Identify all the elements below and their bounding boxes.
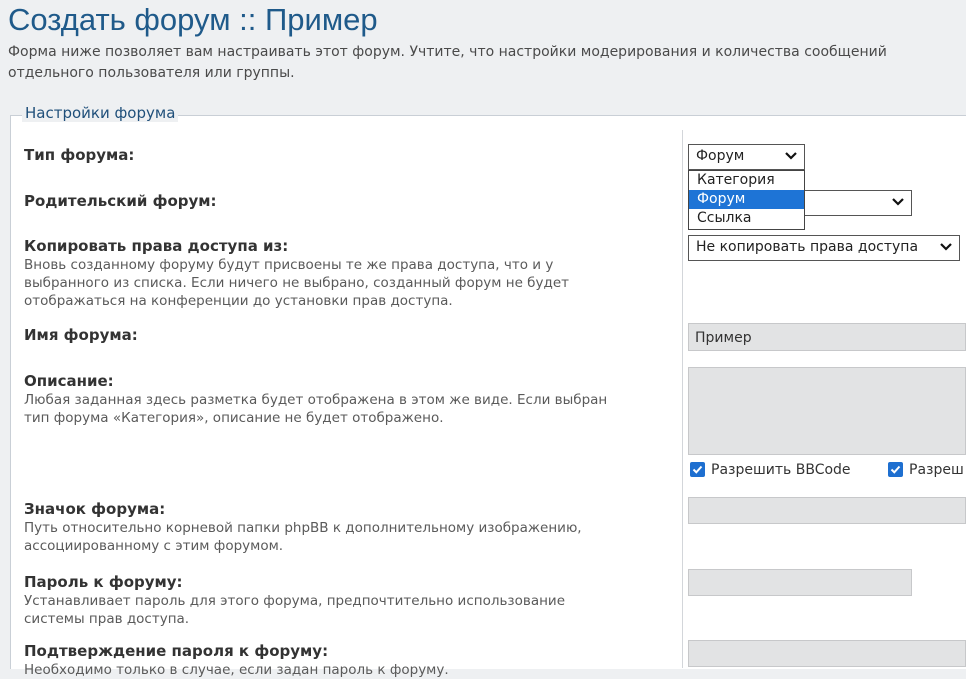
password-confirm-explain: Необходимо только в случае, если задан п… bbox=[24, 662, 449, 678]
forum-password-explain: Устанавливает пароль для этого форума, п… bbox=[24, 593, 565, 627]
forum-type-selected: Форум bbox=[696, 148, 745, 164]
copy-permissions-label: Копировать права доступа из: bbox=[24, 237, 289, 255]
copy-permissions-selected: Не копировать права доступа bbox=[696, 239, 919, 255]
forum-name-label: Имя форума: bbox=[24, 326, 138, 344]
password-confirm-input[interactable] bbox=[688, 640, 966, 667]
description-textarea[interactable] bbox=[688, 367, 966, 455]
forum-image-explain: Путь относительно корневой папки phpBB к… bbox=[24, 520, 582, 554]
column-divider bbox=[682, 130, 683, 668]
forum-type-select[interactable]: Форум bbox=[688, 144, 805, 170]
chevron-down-icon bbox=[940, 243, 952, 251]
forum-password-label: Пароль к форуму: bbox=[24, 573, 183, 591]
chevron-down-icon bbox=[892, 198, 904, 206]
forum-name-input[interactable]: Пример bbox=[688, 323, 966, 351]
forum-type-dropdown: Категория Форум Ссылка bbox=[688, 170, 805, 230]
parent-forum-label: Родительский форум: bbox=[24, 192, 217, 210]
allow-second-checkbox[interactable] bbox=[888, 462, 903, 477]
check-icon bbox=[692, 465, 703, 474]
description-explain: Любая заданная здесь разметка будет отоб… bbox=[24, 392, 608, 426]
copy-permissions-select[interactable]: Не копировать права доступа bbox=[688, 235, 960, 261]
option-link[interactable]: Ссылка bbox=[689, 209, 804, 228]
copy-permissions-explain: Вновь созданному форуму будут присвоены … bbox=[24, 257, 570, 309]
option-category[interactable]: Категория bbox=[689, 171, 804, 190]
page-description: Форма ниже позволяет вам настраивать это… bbox=[8, 44, 887, 81]
forum-image-label: Значок форума: bbox=[24, 500, 166, 518]
chevron-down-icon bbox=[785, 152, 797, 160]
check-icon bbox=[890, 465, 901, 474]
forum-password-input[interactable] bbox=[688, 569, 912, 596]
password-confirm-label: Подтверждение пароля к форуму: bbox=[24, 642, 329, 660]
forum-image-input[interactable] bbox=[688, 497, 966, 524]
allow-bbcode-label: Разрешить BBCode bbox=[711, 462, 851, 478]
panel-legend: Настройки форума bbox=[22, 104, 179, 122]
description-label: Описание: bbox=[24, 372, 114, 390]
allow-bbcode-checkbox[interactable] bbox=[690, 462, 705, 477]
option-forum[interactable]: Форум bbox=[689, 190, 804, 209]
forum-type-label: Тип форума: bbox=[24, 146, 135, 164]
allow-second-label: Разреш bbox=[909, 462, 964, 478]
page-title: Создать форум :: Пример bbox=[8, 2, 378, 37]
